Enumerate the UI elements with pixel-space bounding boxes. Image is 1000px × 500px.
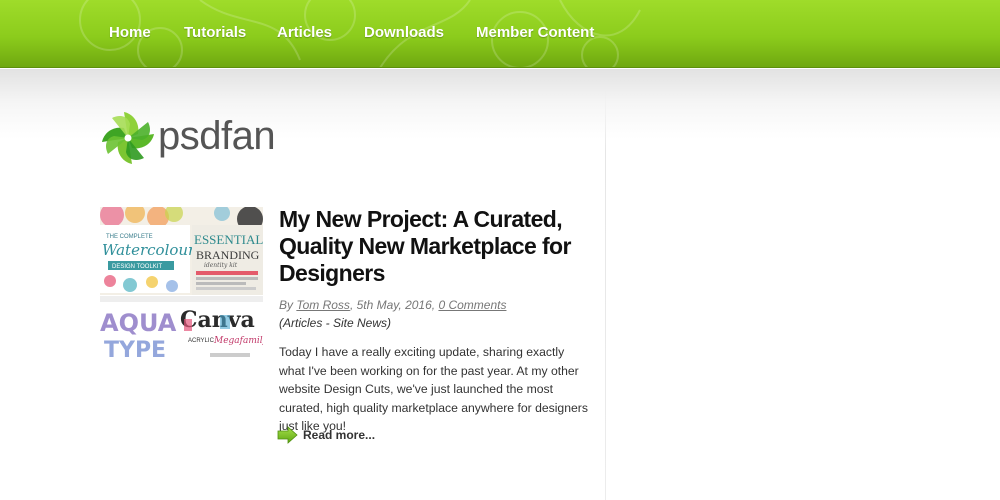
post-categories: (Articles - Site News) xyxy=(279,316,392,330)
thumb-text-11: Megafamily xyxy=(213,336,263,346)
post-thumbnail-collage: THE COMPLETE Watercolour DESIGN TOOLKIT … xyxy=(100,207,263,367)
thumb-text-1: THE COMPLETE xyxy=(106,234,153,240)
post-meta: By Tom Ross, 5th May, 2016, 0 Comments xyxy=(279,298,589,312)
thumb-text-2: Watercolour xyxy=(102,241,196,259)
green-arrow-icon xyxy=(277,426,298,444)
post-title[interactable]: My New Project: A Curated, Quality New M… xyxy=(279,206,579,287)
nav-member-content[interactable]: Member Content xyxy=(476,24,594,41)
thumb-text-8: TYPE xyxy=(104,338,166,363)
read-more-link[interactable]: Read more... xyxy=(277,426,375,444)
site-logo[interactable]: psdfan xyxy=(100,110,276,166)
comments-link[interactable]: 0 Comments xyxy=(438,298,506,312)
post-date: , 5th May, 2016, xyxy=(349,298,439,312)
author-link[interactable]: Tom Ross xyxy=(296,298,350,312)
thumb-text-3: DESIGN TOOLKIT xyxy=(112,264,162,270)
thumb-text-4: ESSENTIAL xyxy=(194,232,263,247)
post-excerpt: Today I have a really exciting update, s… xyxy=(279,345,588,433)
column-divider xyxy=(605,90,606,500)
nav-articles[interactable]: Articles xyxy=(277,24,332,41)
nav-home[interactable]: Home xyxy=(109,24,151,41)
thumb-text-5: BRANDING xyxy=(196,248,260,262)
pinwheel-icon xyxy=(102,112,154,164)
thumb-text-10: ACRYLIC xyxy=(188,338,215,344)
nav-tutorials[interactable]: Tutorials xyxy=(184,24,246,41)
logo-wordmark: psdfan xyxy=(158,114,276,158)
post-thumbnail[interactable]: THE COMPLETE Watercolour DESIGN TOOLKIT … xyxy=(100,207,263,367)
thumb-text-7: AQUA xyxy=(100,309,177,337)
top-nav-bar: Home Tutorials Articles Downloads Member… xyxy=(0,0,1000,68)
nav-downloads[interactable]: Downloads xyxy=(364,24,444,41)
read-more-label: Read more... xyxy=(303,428,376,442)
thumb-text-6: identity kit xyxy=(204,262,238,269)
meta-by: By xyxy=(279,298,294,312)
